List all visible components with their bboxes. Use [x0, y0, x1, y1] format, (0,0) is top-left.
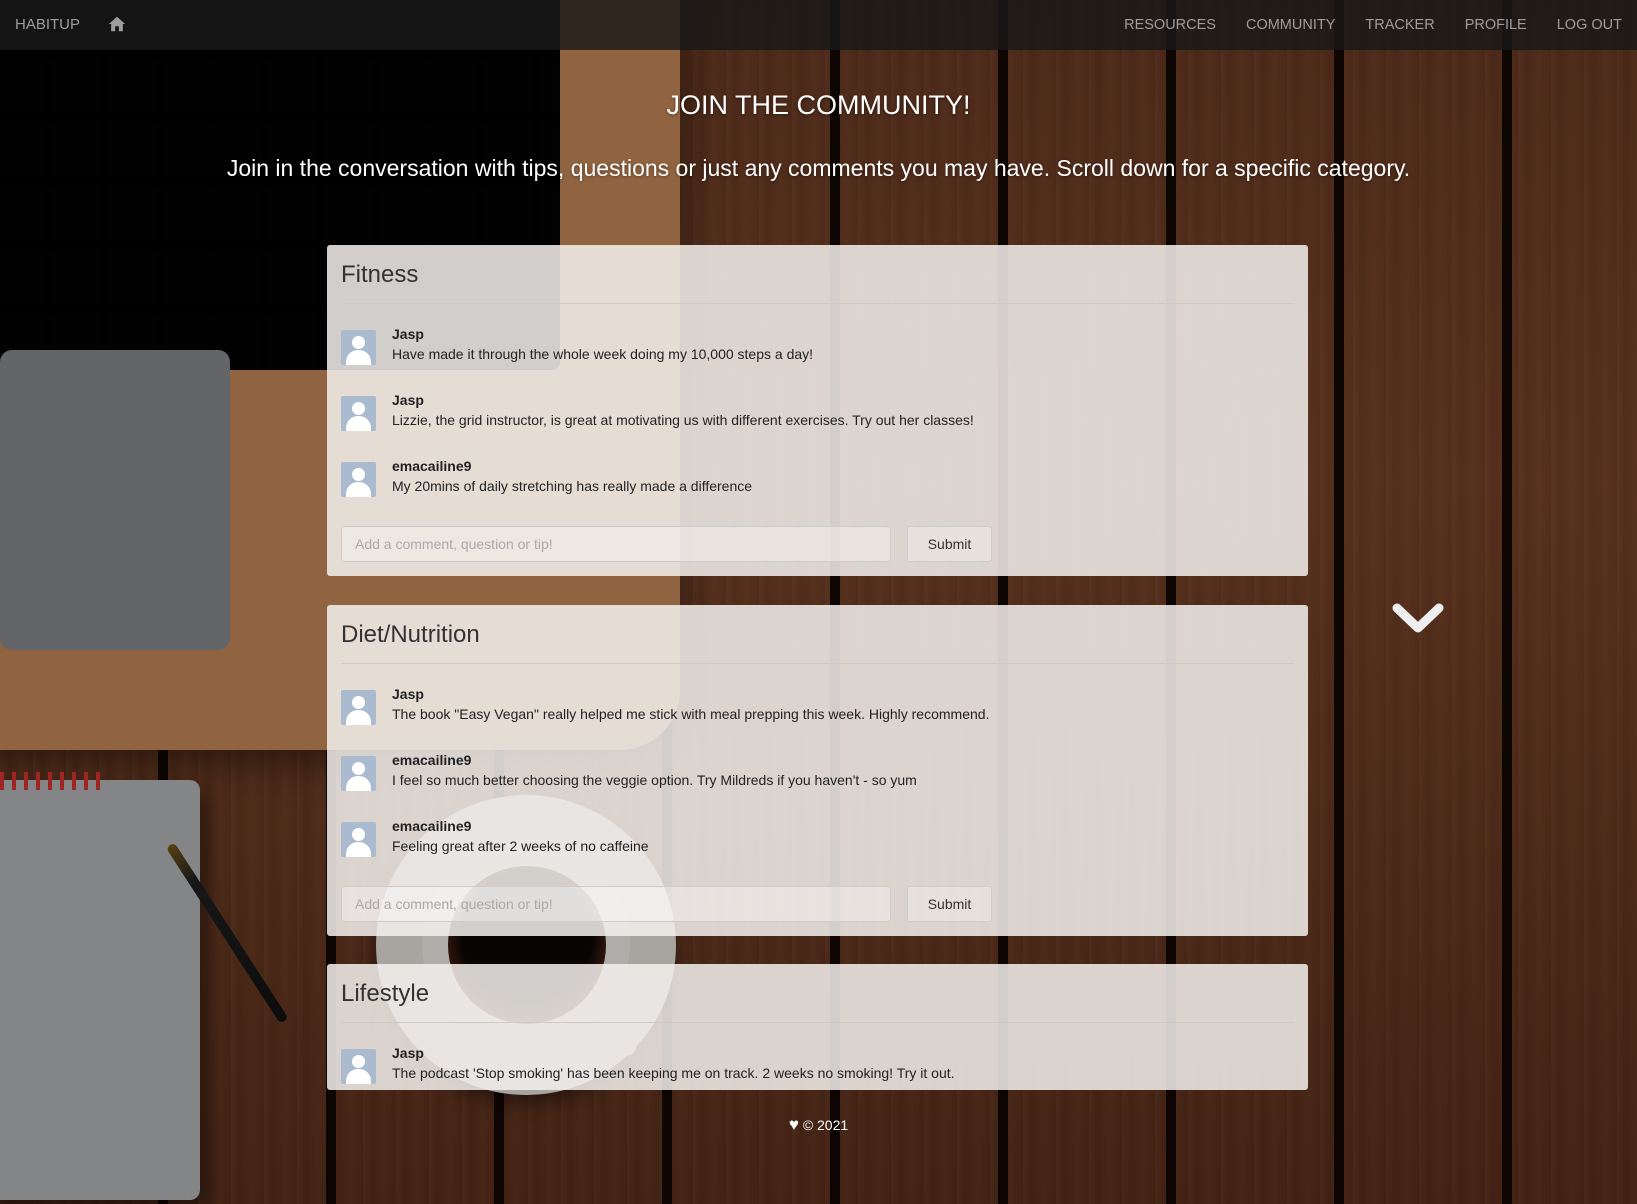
comment-username: Jasp: [392, 686, 424, 702]
comment-item: emacailine9 My 20mins of daily stretchin…: [341, 458, 1294, 524]
nav-links: RESOURCES COMMUNITY TRACKER PROFILE LOG …: [1109, 0, 1637, 50]
comment-username: Jasp: [392, 392, 424, 408]
comment-item: Jasp The book "Easy Vegan" really helped…: [341, 686, 1294, 752]
avatar: [341, 1049, 376, 1084]
nav-tracker[interactable]: TRACKER: [1350, 0, 1449, 50]
page-subtitle: Join in the conversation with tips, ques…: [226, 155, 1411, 181]
home-icon[interactable]: [108, 15, 126, 33]
avatar: [341, 756, 376, 791]
footer-copyright: © 2021: [802, 1117, 849, 1133]
avatar: [341, 462, 376, 497]
nav-community[interactable]: COMMUNITY: [1231, 0, 1350, 50]
comment-text: The podcast 'Stop smoking' has been keep…: [392, 1065, 955, 1081]
avatar: [341, 330, 376, 365]
nav-logout[interactable]: LOG OUT: [1542, 0, 1637, 50]
comment-username: emacailine9: [392, 458, 472, 474]
avatar: [341, 396, 376, 431]
comment-form: Submit: [341, 886, 1294, 936]
comment-input[interactable]: [341, 526, 891, 562]
nav-profile[interactable]: PROFILE: [1450, 0, 1542, 50]
comment-input[interactable]: [341, 886, 891, 922]
avatar: [341, 690, 376, 725]
submit-button[interactable]: Submit: [907, 526, 992, 562]
brand-link[interactable]: HABITUP: [15, 16, 80, 33]
comment-item: emacailine9 Feeling great after 2 weeks …: [341, 818, 1294, 884]
panel-lifestyle: Lifestyle Jasp The podcast 'Stop smoking…: [327, 964, 1308, 1090]
comment-item: emacailine9 I feel so much better choosi…: [341, 752, 1294, 818]
comment-text: I feel so much better choosing the veggi…: [392, 772, 917, 788]
comment-username: emacailine9: [392, 818, 472, 834]
panel-title: Lifestyle: [341, 964, 1294, 1023]
panel-title: Fitness: [341, 245, 1294, 304]
comment-item: Jasp The podcast 'Stop smoking' has been…: [341, 1045, 1294, 1090]
comment-item: Jasp Lizzie, the grid instructor, is gre…: [341, 392, 1294, 458]
comment-text: Feeling great after 2 weeks of no caffei…: [392, 838, 649, 854]
chevron-down-icon[interactable]: [1392, 602, 1444, 636]
comment-username: Jasp: [392, 326, 424, 342]
navbar: HABITUP RESOURCES COMMUNITY TRACKER PROF…: [0, 0, 1637, 50]
comment-form: Submit: [341, 526, 1294, 576]
comment-username: emacailine9: [392, 752, 472, 768]
heart-icon: ♥: [788, 1115, 799, 1134]
avatar: [341, 822, 376, 857]
comment-text: Lizzie, the grid instructor, is great at…: [392, 412, 974, 428]
panel-title: Diet/Nutrition: [341, 605, 1294, 664]
submit-button[interactable]: Submit: [907, 886, 992, 922]
comment-text: Have made it through the whole week doin…: [392, 346, 814, 362]
panel-diet-nutrition: Diet/Nutrition Jasp The book "Easy Vegan…: [327, 605, 1308, 936]
panel-fitness: Fitness Jasp Have made it through the wh…: [327, 245, 1308, 576]
comment-text: My 20mins of daily stretching has really…: [392, 478, 753, 494]
page-title: JOIN THE COMMUNITY!: [666, 90, 971, 120]
footer: ♥ © 2021: [0, 1115, 1637, 1135]
comment-text: The book "Easy Vegan" really helped me s…: [392, 706, 990, 722]
nav-resources[interactable]: RESOURCES: [1109, 0, 1231, 50]
comment-item: Jasp Have made it through the whole week…: [341, 326, 1294, 392]
comment-username: Jasp: [392, 1045, 424, 1061]
